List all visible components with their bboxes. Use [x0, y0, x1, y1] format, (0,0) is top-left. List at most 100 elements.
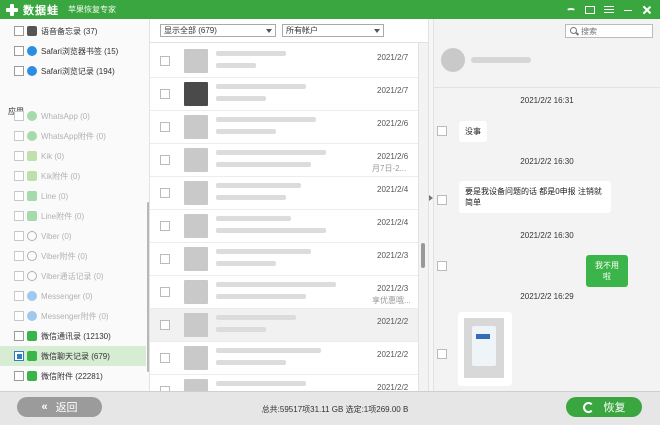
sidebar-item-checkbox[interactable] — [14, 171, 24, 181]
blurred-text — [216, 327, 266, 332]
list-item[interactable]: 2021/2/6 月7日-2... — [150, 144, 418, 177]
message-checkbox[interactable] — [437, 349, 447, 359]
sidebar-item-label: Safari浏览记录 (194) — [41, 66, 115, 76]
list-scrollbar[interactable] — [418, 43, 428, 391]
list-item[interactable]: 2021/2/6 — [150, 111, 418, 144]
sidebar-item[interactable]: 微信通讯录 (12130) — [0, 326, 146, 346]
sidebar-item[interactable]: Safari浏览记录 (194) — [0, 61, 146, 81]
viber-icon — [27, 231, 37, 241]
list-item-checkbox[interactable] — [160, 254, 170, 264]
sidebar-item[interactable]: Line (0) — [0, 186, 146, 206]
sidebar-item-checkbox[interactable] — [14, 111, 24, 121]
list-item-snippet: 享优惠哦... — [372, 296, 411, 305]
sidebar-item-label: Kik附件 (0) — [41, 171, 81, 181]
sidebar-item-checkbox[interactable] — [14, 26, 24, 36]
sidebar-item[interactable]: Line附件 (0) — [0, 206, 146, 226]
menu-icon[interactable] — [604, 6, 614, 13]
blurred-text — [216, 261, 276, 266]
list-item[interactable]: 2021/2/2 — [150, 375, 418, 391]
message-checkbox[interactable] — [437, 261, 447, 271]
sidebar-item-checkbox[interactable] — [14, 271, 24, 281]
sidebar-item[interactable]: 语音备忘录 (37) — [0, 21, 146, 41]
sidebar-item-checkbox[interactable] — [14, 291, 24, 301]
conversation-list: 2021/2/7 2021/2/7 2021/2/6 2021/2/6 月7日-2...… — [150, 43, 418, 391]
sidebar-item-checkbox[interactable] — [14, 311, 24, 321]
sidebar-item-label: Viber附件 (0) — [41, 251, 88, 261]
sidebar-item[interactable]: Safari浏览器书签 (15) — [0, 41, 146, 61]
sidebar-item[interactable]: Messenger (0) — [0, 286, 146, 306]
message-bubble: 没事 — [459, 121, 487, 142]
list-item-checkbox[interactable] — [160, 353, 170, 363]
wifi-icon[interactable] — [566, 8, 576, 14]
sidebar-item[interactable]: Kik附件 (0) — [0, 166, 146, 186]
list-item[interactable]: 2021/2/7 — [150, 78, 418, 111]
sidebar-item[interactable]: 微信聊天记录 (679) — [0, 346, 146, 366]
message-checkbox[interactable] — [437, 195, 447, 205]
sidebar-item-checkbox[interactable] — [14, 351, 24, 361]
sidebar-item[interactable]: WhatsApp附件 (0) — [0, 126, 146, 146]
sidebar-item[interactable]: 微信附件 (22281) — [0, 366, 146, 386]
list-scroll-thumb[interactable] — [421, 243, 425, 268]
message-checkbox[interactable] — [437, 126, 447, 136]
sidebar-item-checkbox[interactable] — [14, 371, 24, 381]
list-item[interactable]: 2021/2/2 — [150, 342, 418, 375]
avatar — [184, 346, 208, 370]
list-item-checkbox[interactable] — [160, 188, 170, 198]
avatar — [184, 181, 208, 205]
sidebar-item-checkbox[interactable] — [14, 66, 24, 76]
sidebar-item-label: Line附件 (0) — [41, 211, 85, 221]
sidebar-item[interactable]: Kik (0) — [0, 146, 146, 166]
list-item-checkbox[interactable] — [160, 56, 170, 66]
sidebar-item-checkbox[interactable] — [14, 331, 24, 341]
sidebar-item-checkbox[interactable] — [14, 191, 24, 201]
sidebar-item[interactable]: Messenger附件 (0) — [0, 306, 146, 326]
blurred-text — [216, 183, 301, 188]
message-timestamp: 2021/2/2 16:30 — [520, 157, 574, 166]
list-item[interactable]: 2021/2/2 — [150, 309, 418, 342]
sidebar-item-checkbox[interactable] — [14, 131, 24, 141]
sidebar-item[interactable]: Viber (0) — [0, 226, 146, 246]
mail-icon[interactable] — [585, 5, 595, 14]
avatar — [184, 280, 208, 304]
sidebar-item[interactable]: Viber通话记录 (0) — [0, 266, 146, 286]
blurred-text — [216, 315, 296, 320]
search-icon — [570, 27, 577, 34]
list-item-date: 2021/2/3 — [377, 251, 409, 260]
wechat-icon — [27, 331, 37, 341]
list-item-checkbox[interactable] — [160, 320, 170, 330]
list-item-checkbox[interactable] — [160, 287, 170, 297]
display-filter-select[interactable]: 显示全部 (679) — [160, 24, 276, 37]
account-filter-select[interactable]: 所有帐户 — [282, 24, 384, 37]
voice-memo-icon — [27, 26, 37, 36]
list-item-checkbox[interactable] — [160, 89, 170, 99]
list-item[interactable]: 2021/2/3 享优惠哦... — [150, 276, 418, 309]
sidebar-item-label: Messenger (0) — [41, 291, 93, 301]
sidebar-item-label: 微信通讯录 (12130) — [41, 331, 111, 341]
close-icon[interactable] — [642, 5, 652, 15]
sidebar-item-checkbox[interactable] — [14, 251, 24, 261]
list-item-checkbox[interactable] — [160, 155, 170, 165]
back-button[interactable]: « 返回 — [17, 397, 102, 417]
list-item[interactable]: 2021/2/4 — [150, 210, 418, 243]
sidebar-item-checkbox[interactable] — [14, 211, 24, 221]
list-item[interactable]: 2021/2/3 — [150, 243, 418, 276]
list-item[interactable]: 2021/2/7 — [150, 45, 418, 78]
sidebar-item-checkbox[interactable] — [14, 231, 24, 241]
window-controls — [566, 5, 652, 15]
chat-search[interactable] — [565, 24, 653, 38]
sidebar-item-label: WhatsApp (0) — [41, 111, 90, 121]
line-icon — [27, 211, 37, 221]
minimize-icon[interactable] — [623, 5, 633, 15]
list-item[interactable]: 2021/2/4 — [150, 177, 418, 210]
sidebar-item-checkbox[interactable] — [14, 151, 24, 161]
list-item-checkbox[interactable] — [160, 221, 170, 231]
list-item-checkbox[interactable] — [160, 122, 170, 132]
sidebar-item[interactable]: Viber附件 (0) — [0, 246, 146, 266]
sidebar-item[interactable]: WhatsApp (0) — [0, 106, 146, 126]
avatar — [184, 214, 208, 238]
image-message[interactable] — [458, 312, 512, 386]
blurred-text — [216, 63, 256, 68]
restore-button[interactable]: 恢复 — [566, 397, 642, 417]
sidebar-item-checkbox[interactable] — [14, 46, 24, 56]
search-input[interactable] — [581, 25, 651, 37]
